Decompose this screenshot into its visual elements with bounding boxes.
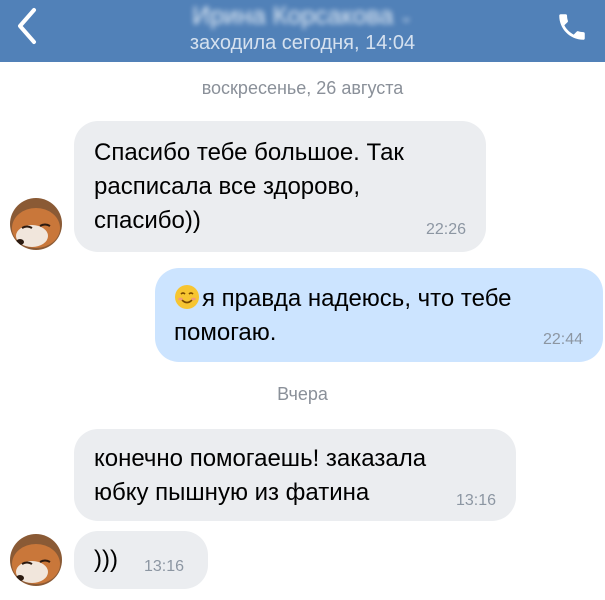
chat-header: Ирина Корсакова ⌄ заходила сегодня, 14:04 xyxy=(0,0,605,62)
message-time: 13:16 xyxy=(455,492,496,509)
incoming-message-bubble[interactable]: ))) 13:16 xyxy=(74,531,208,589)
contact-name: Ирина Корсакова ⌄ xyxy=(192,2,413,30)
contact-title[interactable]: Ирина Корсакова ⌄ xyxy=(0,2,605,31)
incoming-message-bubble[interactable]: конечно помогаешь! заказала юбку пышную … xyxy=(74,429,516,521)
smiling-face-emoji xyxy=(174,284,200,319)
message-line: спасибо)) xyxy=(94,207,201,234)
fox-avatar-icon xyxy=(10,198,62,250)
message-line: конечно помогаешь! заказала xyxy=(94,445,427,472)
message-line: ))) xyxy=(94,546,118,573)
message-line: Спасибо тебе большое. Так xyxy=(94,139,404,166)
message-time: 22:44 xyxy=(542,331,583,348)
message-line: юбку пышную из фатина xyxy=(94,479,370,506)
phone-icon xyxy=(559,14,585,40)
message-line: расписала все здорово, xyxy=(94,173,360,200)
fox-avatar-icon xyxy=(10,534,62,586)
date-separator: Вчера xyxy=(277,384,328,404)
date-separator: воскресенье, 26 августа xyxy=(201,78,404,98)
outgoing-message-bubble[interactable]: я правда надеюсь, что тебе помогаю. 22:4… xyxy=(155,268,603,362)
last-seen-status: заходила сегодня, 14:04 xyxy=(189,32,416,54)
message-line: я правда надеюсь, что тебе xyxy=(174,282,512,319)
message-time: 22:26 xyxy=(425,221,466,238)
message-time: 13:16 xyxy=(144,558,185,575)
incoming-message-bubble[interactable]: Спасибо тебе большое. Так расписала все … xyxy=(74,121,486,252)
call-button[interactable] xyxy=(555,10,589,44)
avatar[interactable] xyxy=(10,534,62,586)
message-line: помогаю. xyxy=(174,319,277,346)
avatar[interactable] xyxy=(10,198,62,250)
